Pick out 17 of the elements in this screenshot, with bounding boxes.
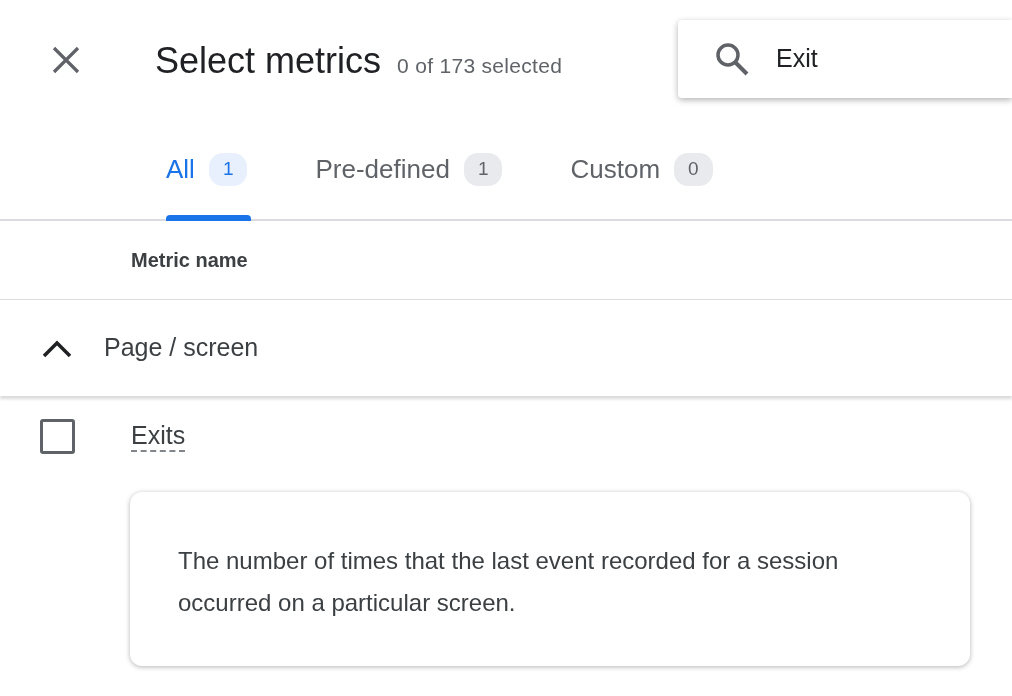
metric-name[interactable]: Exits: [131, 420, 186, 452]
tab[interactable]: Custom 0: [566, 120, 717, 219]
checkbox[interactable]: [40, 418, 75, 454]
column-header: Metric name: [131, 248, 248, 273]
selection-count: 0 of 173 selected: [397, 53, 563, 79]
search-icon: [714, 41, 750, 77]
dialog-title: Select metrics: [155, 39, 382, 83]
count-badge: 0: [674, 153, 713, 186]
tooltip-text: The number of times that the last event recorded for a session occurred on a particular screen.: [178, 546, 840, 618]
close-icon: [50, 44, 82, 76]
count-badge: 1: [463, 153, 503, 186]
group-name: Page / screen: [104, 332, 259, 364]
search-field[interactable]: Exit: [774, 39, 974, 79]
close-button[interactable]: [50, 44, 82, 76]
tab[interactable]: Pre-defined 1: [311, 120, 507, 219]
count-badge: 1: [208, 153, 248, 186]
tab[interactable]: All 1: [162, 120, 252, 219]
